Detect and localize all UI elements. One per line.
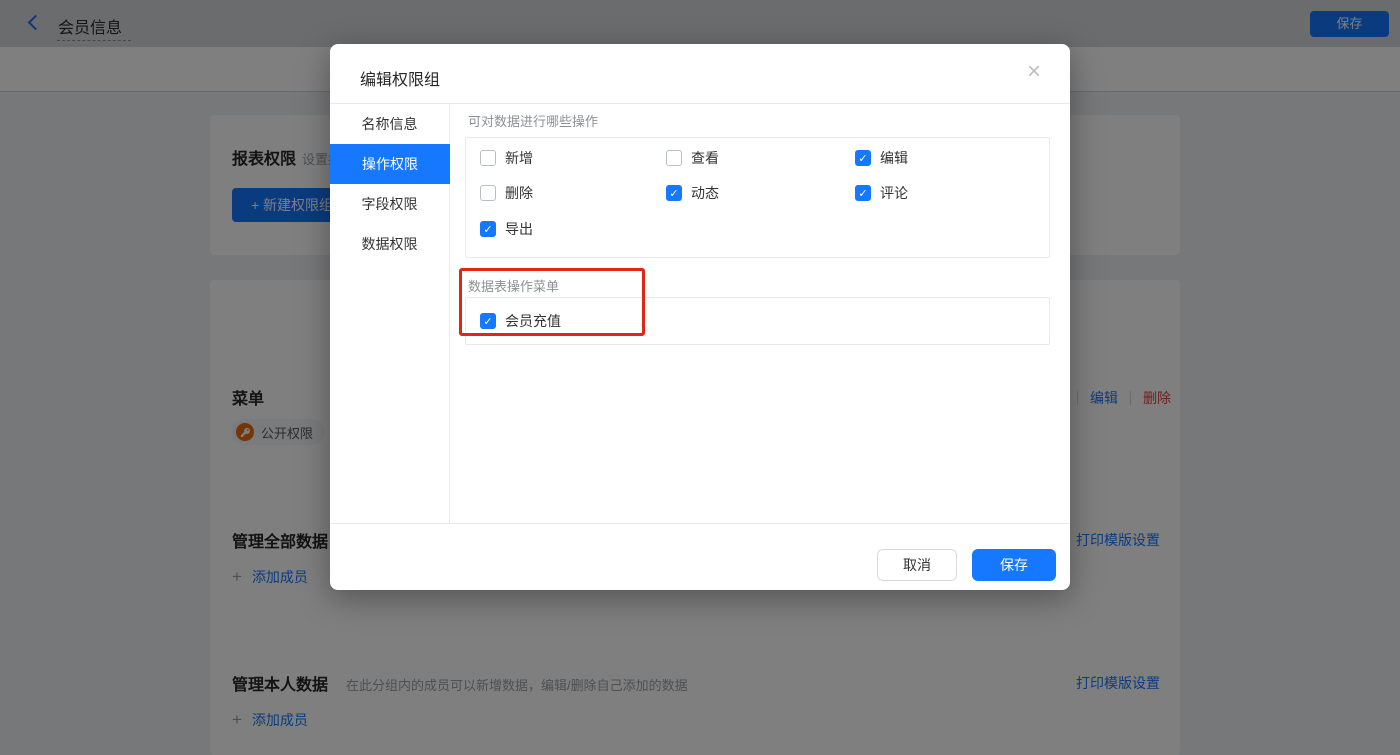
tab-name-info[interactable]: 名称信息: [330, 104, 449, 144]
checkbox-comment[interactable]: ✓评论: [855, 185, 908, 201]
checkbox-icon: ✓: [480, 185, 496, 201]
checkbox-add[interactable]: ✓新增: [480, 150, 533, 166]
checkbox-dynamic[interactable]: ✓动态: [666, 185, 719, 201]
cancel-button[interactable]: 取消: [877, 549, 957, 581]
checkbox-icon: ✓: [480, 313, 496, 329]
table-menu-section-label: 数据表操作菜单: [468, 276, 559, 295]
edit-permission-group-dialog: 编辑权限组 × 名称信息 操作权限 字段权限 数据权限 可对数据进行哪些操作 ✓…: [330, 44, 1070, 590]
checkbox-member-recharge[interactable]: ✓会员充值: [480, 313, 561, 329]
operations-checkbox-group: ✓新增 ✓查看 ✓编辑 ✓删除 ✓动态 ✓评论 ✓导出: [465, 137, 1050, 258]
checkbox-icon: ✓: [666, 185, 682, 201]
dialog-title: 编辑权限组: [360, 66, 440, 90]
checkbox-delete[interactable]: ✓删除: [480, 185, 533, 201]
checkbox-icon: ✓: [480, 150, 496, 166]
tab-operation-permission[interactable]: 操作权限: [330, 144, 450, 184]
checkbox-icon: ✓: [855, 185, 871, 201]
dialog-header: 编辑权限组 ×: [330, 44, 1070, 104]
dialog-close-icon[interactable]: ×: [1027, 60, 1041, 84]
checkbox-icon: ✓: [855, 150, 871, 166]
tab-field-permission[interactable]: 字段权限: [330, 184, 449, 224]
save-button[interactable]: 保存: [972, 549, 1056, 581]
checkbox-edit[interactable]: ✓编辑: [855, 150, 908, 166]
dialog-footer: 取消 保存: [330, 523, 1070, 590]
operations-section-label: 可对数据进行哪些操作: [468, 111, 598, 130]
checkbox-icon: ✓: [480, 221, 496, 237]
checkbox-view[interactable]: ✓查看: [666, 150, 719, 166]
checkbox-icon: ✓: [666, 150, 682, 166]
dialog-tab-list: 名称信息 操作权限 字段权限 数据权限: [330, 104, 450, 523]
tab-data-permission[interactable]: 数据权限: [330, 224, 449, 264]
checkbox-export[interactable]: ✓导出: [480, 221, 533, 237]
table-menu-checkbox-group: ✓会员充值: [465, 297, 1050, 345]
